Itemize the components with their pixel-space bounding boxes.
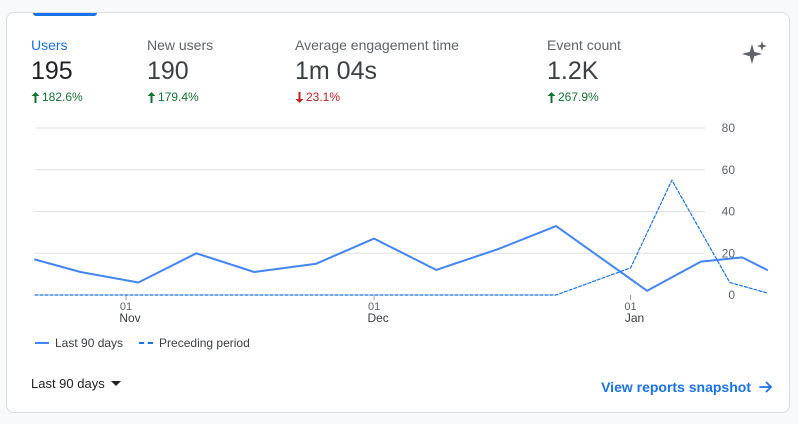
view-reports-snapshot-label: View reports snapshot: [601, 379, 751, 395]
legend-label-previous: Preceding period: [159, 336, 250, 350]
series-line-last-90-days: [34, 225, 768, 292]
series-line-preceding-period: [34, 179, 768, 296]
x-tick-label-month: Jan: [625, 311, 644, 325]
y-tick-label: 60: [722, 163, 736, 177]
y-tick-label: 40: [722, 205, 736, 219]
view-reports-snapshot-link[interactable]: View reports snapshot: [601, 379, 773, 395]
line-chart: 02040608001Nov01Dec01Jan: [34, 121, 768, 325]
legend-item-previous: Preceding period: [139, 336, 250, 350]
y-tick-label: 0: [728, 288, 735, 302]
report-card: Users 195 182.6% New users 190 179.4% Av…: [6, 12, 790, 413]
date-range-dropdown[interactable]: Last 90 days: [31, 376, 121, 391]
legend-label-current: Last 90 days: [55, 336, 124, 350]
date-range-label: Last 90 days: [31, 376, 105, 391]
y-tick-label: 80: [722, 121, 736, 135]
legend-swatch-solid: [35, 342, 49, 344]
x-tick-label-month: Dec: [367, 311, 388, 325]
legend-swatch-dashed: [139, 342, 154, 344]
legend-item-current: Last 90 days: [35, 336, 123, 350]
x-tick-label-month: Nov: [119, 311, 140, 325]
arrow-right-icon: [759, 381, 772, 393]
caret-down-icon: [110, 381, 121, 386]
chart-legend: Last 90 days Preceding period: [35, 336, 250, 350]
